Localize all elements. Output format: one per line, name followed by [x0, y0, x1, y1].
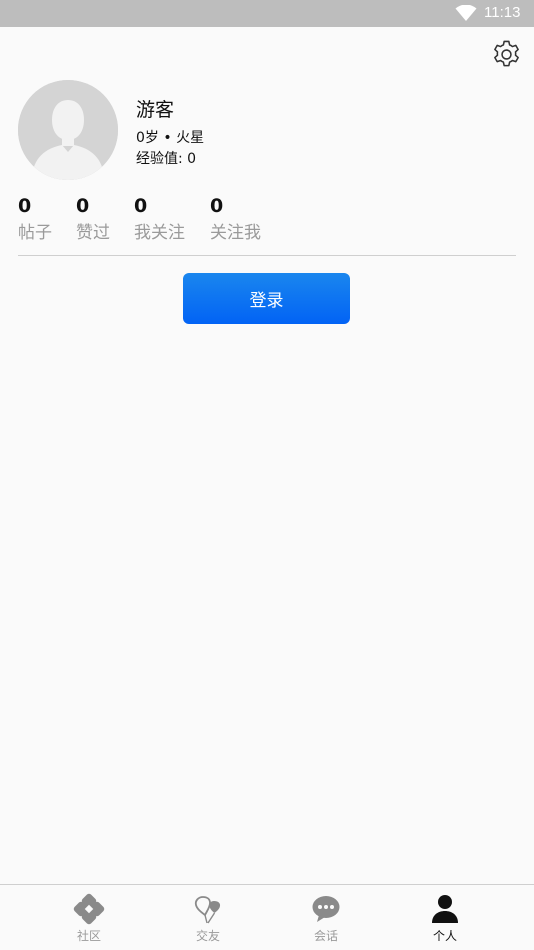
stat-posts-label: 帖子 [18, 223, 52, 243]
stat-posts[interactable]: 0 帖子 [18, 194, 52, 243]
status-time: 11:13 [484, 4, 521, 21]
stat-followers-label: 关注我 [210, 223, 261, 243]
stat-following-count: 0 [134, 195, 148, 217]
community-icon [73, 893, 105, 925]
tab-community-label: 社区 [76, 929, 101, 943]
tab-profile[interactable]: 个人 [405, 885, 485, 949]
settings-gear-icon[interactable] [491, 39, 522, 70]
avatar[interactable] [18, 80, 118, 180]
tab-profile-label: 个人 [432, 929, 457, 943]
stat-posts-count: 0 [18, 195, 32, 217]
stat-liked-count: 0 [76, 195, 90, 217]
tab-friends[interactable]: 交友 [168, 885, 248, 949]
balloons-icon [194, 896, 221, 924]
age-location: 0岁 • 火星 [136, 130, 205, 146]
tab-friends-label: 交友 [195, 929, 220, 943]
stat-liked-label: 赞过 [76, 223, 110, 243]
tab-community[interactable]: 社区 [49, 885, 129, 949]
chat-bubble-icon [312, 896, 340, 922]
default-user-avatar-icon [18, 80, 118, 180]
stat-followers[interactable]: 0 关注我 [210, 194, 261, 243]
stat-followers-count: 0 [210, 195, 224, 217]
login-button[interactable]: 登录 [183, 273, 350, 324]
stat-following[interactable]: 0 我关注 [134, 194, 185, 243]
bottom-tab-bar: 社区 交友 会话 个人 [0, 884, 534, 950]
stat-liked[interactable]: 0 赞过 [76, 194, 110, 243]
experience-points: 经验值: 0 [136, 151, 197, 167]
tab-chat-label: 会话 [313, 929, 338, 943]
wifi-icon [455, 5, 477, 21]
tab-chat[interactable]: 会话 [286, 885, 366, 949]
person-icon [432, 895, 458, 923]
nickname: 游客 [136, 99, 175, 121]
divider [18, 255, 516, 256]
stat-following-label: 我关注 [134, 223, 185, 243]
status-bar: 11:13 [0, 0, 534, 27]
